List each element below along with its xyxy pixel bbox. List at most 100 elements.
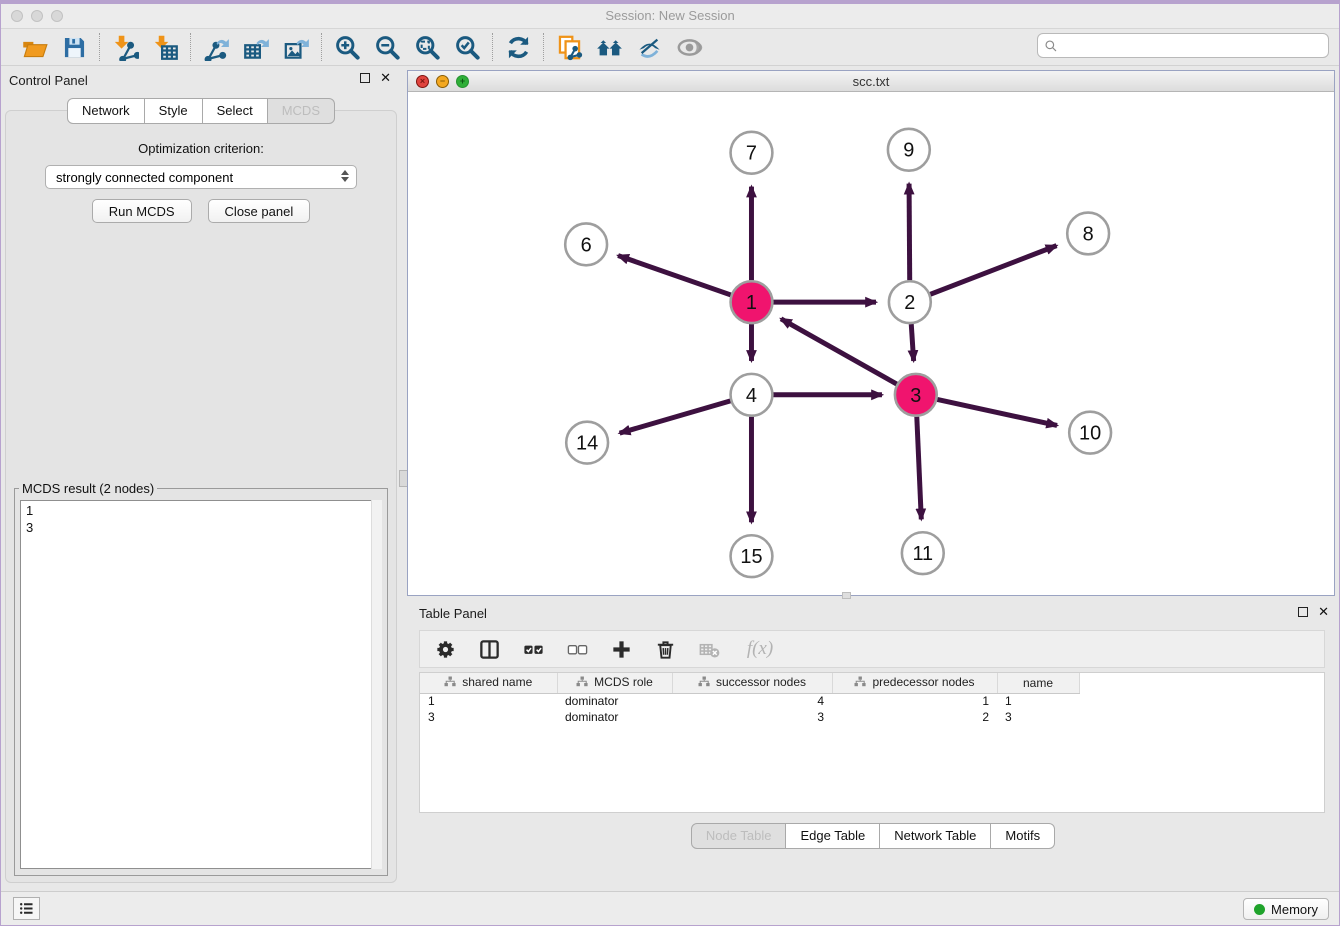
edge-4-14[interactable] [620,401,731,433]
zoom-selected-icon[interactable] [450,32,484,62]
edge-3-10[interactable] [937,399,1057,425]
network-window-titlebar[interactable]: × − + scc.txt [408,71,1334,92]
graph-node-9[interactable]: 9 [888,129,930,171]
column-header-successor-nodes[interactable]: successor nodes [672,673,832,693]
column-header-predecessor-nodes[interactable]: predecessor nodes [832,673,997,693]
node-label: 15 [740,546,762,568]
close-panel-icon[interactable]: ✕ [380,73,391,83]
node-label: 14 [576,433,598,455]
network-canvas[interactable]: 7 9 6 8 1 2 4 3 14 10 15 11 [408,92,1334,595]
node-label: 2 [904,292,915,314]
save-session-icon[interactable] [57,32,91,62]
apply-layout-icon[interactable] [501,32,535,62]
graph-node-8[interactable]: 8 [1067,213,1109,255]
table-cell[interactable]: 4 [672,693,832,709]
open-file-icon[interactable] [17,32,51,62]
node-label: 3 [910,385,921,407]
memory-button[interactable]: Memory [1243,898,1329,920]
table-cell[interactable]: 1 [420,693,557,709]
table-toolbar: f(x) [419,630,1325,668]
mcds-result-group: MCDS result (2 nodes) 1 3 [14,481,388,876]
edge-3-1[interactable] [781,319,897,384]
zoom-fit-icon[interactable] [410,32,444,62]
run-mcds-button[interactable]: Run MCDS [92,199,192,223]
result-scrollbar[interactable] [371,500,382,869]
table-cell[interactable]: dominator [557,693,672,709]
tab-network-table[interactable]: Network Table [880,823,991,849]
add-column-icon[interactable] [606,635,636,663]
table-row[interactable]: 1dominator411 [420,693,1324,709]
search-box[interactable] [1037,33,1329,58]
column-header-shared-name[interactable]: shared name [420,673,557,693]
column-header-MCDS-role[interactable]: MCDS role [557,673,672,693]
graph-node-10[interactable]: 10 [1069,412,1111,454]
tab-mcds[interactable]: MCDS [268,98,335,124]
tab-node-table[interactable]: Node Table [691,823,787,849]
edge-2-9[interactable] [909,184,910,281]
split-panel-icon[interactable] [474,635,504,663]
import-table-icon[interactable] [148,32,182,62]
table-cell[interactable]: 3 [420,709,557,725]
tab-edge-table[interactable]: Edge Table [786,823,880,849]
edge-2-8[interactable] [930,246,1056,295]
table-settings-icon[interactable] [430,635,460,663]
edge-1-6[interactable] [618,256,731,295]
graph-node-6[interactable]: 6 [565,223,607,265]
export-table-icon[interactable] [239,32,273,62]
edge-3-11[interactable] [917,417,922,520]
graph-node-15[interactable]: 15 [731,535,773,577]
table-panel: Table Panel ✕ f(x) shared nameMCDS roles… [407,600,1339,891]
application-window: Session: New Session Control Panel ✕ Net… [0,0,1340,926]
table-cell[interactable]: 1 [997,693,1079,709]
clone-network-icon[interactable] [552,32,586,62]
graph-node-1[interactable]: 1 [731,281,773,323]
zoom-in-icon[interactable] [330,32,364,62]
graph-node-11[interactable]: 11 [902,532,944,574]
memory-label: Memory [1271,902,1318,917]
deselect-all-icon[interactable] [562,635,592,663]
window-title: Session: New Session [1,8,1339,23]
tab-network[interactable]: Network [67,98,145,124]
graph-node-14[interactable]: 14 [566,422,608,464]
node-label: 1 [746,292,757,314]
tab-select[interactable]: Select [203,98,268,124]
select-all-icon[interactable] [518,635,548,663]
show-details-icon[interactable] [672,32,706,62]
float-table-panel-icon[interactable] [1298,607,1308,617]
mcds-result-text[interactable]: 1 3 [20,500,382,869]
table-cell[interactable]: 1 [832,693,997,709]
search-input[interactable] [1062,38,1322,53]
graph-node-3[interactable]: 3 [895,374,937,416]
horizontal-splitter-grabber[interactable] [842,592,851,599]
close-panel-button[interactable]: Close panel [208,199,311,223]
delete-column-icon[interactable] [650,635,680,663]
import-network-icon[interactable] [108,32,142,62]
zoom-out-icon[interactable] [370,32,404,62]
column-header-name[interactable]: name [997,673,1079,693]
tab-motifs[interactable]: Motifs [991,823,1055,849]
graph-node-7[interactable]: 7 [731,132,773,174]
graph-node-4[interactable]: 4 [731,374,773,416]
tab-style[interactable]: Style [145,98,203,124]
control-panel-title: Control Panel [9,73,88,88]
export-image-icon[interactable] [279,32,313,62]
table-cell[interactable]: dominator [557,709,672,725]
hide-details-icon[interactable] [632,32,666,62]
close-table-panel-icon[interactable]: ✕ [1318,607,1329,617]
table-cell[interactable]: 3 [672,709,832,725]
table-row[interactable]: 3dominator323 [420,709,1324,725]
edge-2-3[interactable] [911,324,913,361]
table-cell[interactable]: 2 [832,709,997,725]
control-panel-header: Control Panel ✕ [1,66,401,94]
float-panel-icon[interactable] [360,73,370,83]
node-label: 10 [1079,423,1101,445]
column-type-icon [444,676,456,690]
apply-function-icon: f(x) [738,635,782,663]
export-network-icon[interactable] [199,32,233,62]
table-cell[interactable]: 3 [997,709,1079,725]
first-neighbors-icon[interactable] [592,32,626,62]
criterion-dropdown[interactable]: strongly connected component [45,165,357,189]
task-history-button[interactable] [13,897,40,920]
graph-node-2[interactable]: 2 [889,281,931,323]
node-label: 9 [903,140,914,162]
